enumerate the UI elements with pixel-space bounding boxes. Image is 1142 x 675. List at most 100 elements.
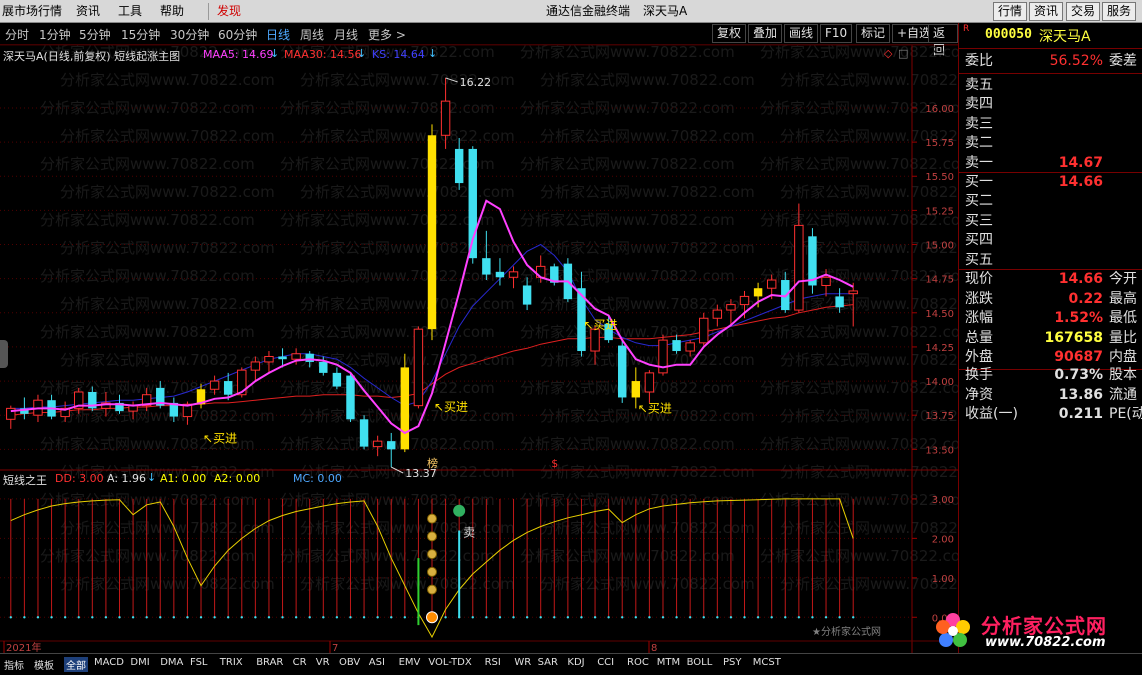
fund-stat-0-value: 0.73% [1054,367,1103,383]
period-30min[interactable]: 30分钟 [170,26,209,43]
period-1min[interactable]: 1分钟 [39,26,71,43]
adjust-button[interactable]: 复权 [712,24,747,43]
watermark-text: 分析家公式网www.70822.com [520,379,735,397]
mc-dot [213,616,216,619]
stock-name: 深天马A [1039,29,1091,45]
candle-body [495,271,505,278]
service-button[interactable]: 服务 [1102,2,1137,21]
watermark-text: 分析家公式网www.70822.com [300,183,515,201]
menu-discover[interactable]: 发现 [217,0,241,23]
indicator-tab-rsi[interactable]: RSI [485,657,501,668]
watermark-text: 分析家公式网www.70822.com [780,183,958,201]
price-tick-label: 13.75 [925,411,954,422]
candle-body [739,295,750,306]
watermark-text: 分析家公式网www.70822.com [280,211,495,229]
indicator-tab-kdj[interactable]: KDJ [567,657,584,668]
period-daily[interactable]: 日线 [266,26,290,43]
menu-market[interactable]: 展市场行情 [2,0,62,23]
indicator-tab-psy[interactable]: PSY [723,657,742,668]
bid-ratio-row: 委比 56.52% 委差 [965,51,1141,71]
coin-icon [427,513,437,524]
back-button[interactable]: 返回 [928,24,958,57]
a2-label: A2: 0.00 [214,472,261,485]
ask-level-3-label: 卖三 [965,115,993,132]
indicator-tab-vr[interactable]: VR [316,657,330,668]
indicator-tab-obv[interactable]: OBV [339,657,360,668]
period-15min[interactable]: 15分钟 [121,26,160,43]
indicator-tab-roc[interactable]: ROC [627,657,649,668]
mc-dot [23,616,26,619]
indicator-tab-全部[interactable]: 全部 [64,657,88,672]
chart-canvas[interactable]: 分析家公式网www.70822.com 分析家公式网www.70822.com 分析… [0,45,958,653]
checkbox-icon[interactable]: □ [898,47,908,60]
indicator-tab-brar[interactable]: BRAR [256,657,283,668]
period-monthly[interactable]: 月线 [334,26,358,43]
indicator-tab-asi[interactable]: ASI [369,657,385,668]
menu-separator [208,3,209,20]
trade-button[interactable]: 交易 [1066,2,1101,21]
mc-dot [566,616,570,619]
logo-url: www.70822.com [985,635,1106,650]
watermark-text: 分析家公式网www.70822.com [520,155,735,173]
overlay-button[interactable]: 叠加 [748,24,783,43]
bid-level-5-row: 买五 [965,250,1141,270]
coin-icon [427,549,437,560]
watermark-text: 分析家公式网www.70822.com [760,491,958,509]
mc-dot [593,616,597,619]
indicator-tab-cr[interactable]: CR [293,657,307,668]
period-more[interactable]: 更多 > [368,26,406,43]
indicator-tab-mcst[interactable]: MCST [753,657,781,668]
mc-dot [403,616,407,619]
quote-button[interactable]: 行情 [993,2,1028,21]
price-tick-label: 13.50 [925,445,954,456]
stat-3-row: 总量 167658 量比 [965,328,1141,348]
indicator-tab-trix[interactable]: TRIX [220,657,243,668]
indicator-tab-模板[interactable]: 模板 [34,657,54,672]
period-60min[interactable]: 60分钟 [218,26,257,43]
indicator-tab-dma[interactable]: DMA [160,657,183,668]
mc-dot [226,616,230,619]
period-weekly[interactable]: 周线 [300,26,324,43]
mc-dot [607,616,610,619]
sell-label: 卖 [463,525,475,539]
sub-chart-title[interactable]: 短线之王 [3,472,47,488]
menu-news[interactable]: 资讯 [76,0,100,23]
fund-stat-2-row: 收益(一) 0.211 PE(动) [965,404,1142,424]
candle-body [685,342,695,352]
watermark-text: 分析家公式网www.70822.com [40,267,255,285]
period-5min[interactable]: 5分钟 [79,26,111,43]
ask-level-2-label: 卖二 [965,135,993,152]
indicator-tab-cci[interactable]: CCI [597,657,614,668]
indicator-tab-wr[interactable]: WR [514,657,531,668]
menu-help[interactable]: 帮助 [160,0,184,23]
indicator-tab-vol-tdx[interactable]: VOL-TDX [428,657,471,668]
news-button[interactable]: 资讯 [1029,2,1064,21]
sub-tick-label: 2.00 [932,534,954,545]
diamond-icon[interactable]: ◇ [884,47,892,60]
stat-2-right-label: 最低 [1109,310,1137,327]
indicator-tab-mtm[interactable]: MTM [657,657,680,668]
f10-button[interactable]: F10 [820,24,853,43]
watermark-text: 分析家公式网www.70822.com [60,183,275,201]
indicator-tab-指标[interactable]: 指标 [4,657,24,672]
ask-level-4-label: 卖四 [965,96,993,113]
indicator-tab-boll[interactable]: BOLL [687,657,713,668]
stat-1-label: 涨跌 [965,290,993,307]
mc-dot [9,616,12,619]
indicator-tab-fsl[interactable]: FSL [190,657,208,668]
fund-stat-2-right-label: PE(动) [1109,406,1142,423]
candle-body [766,279,777,289]
indicator-tab-emv[interactable]: EMV [399,657,421,668]
collapse-handle[interactable] [0,340,8,368]
menu-tools[interactable]: 工具 [118,0,142,23]
indicator-tab-macd[interactable]: MACD [94,657,124,668]
price-tick-label: 14.50 [925,309,954,320]
indicator-tab-sar[interactable]: SAR [538,657,558,668]
a1-label: A1: 0.00 [160,472,207,485]
period-tick[interactable]: 分时 [5,26,29,43]
mark-button[interactable]: 标记 [856,24,891,43]
mc-dot [362,616,366,619]
indicator-tab-dmi[interactable]: DMI [130,657,149,668]
arrow-down-icon: ↓ [270,47,280,60]
draw-button[interactable]: 画线 [784,24,819,43]
